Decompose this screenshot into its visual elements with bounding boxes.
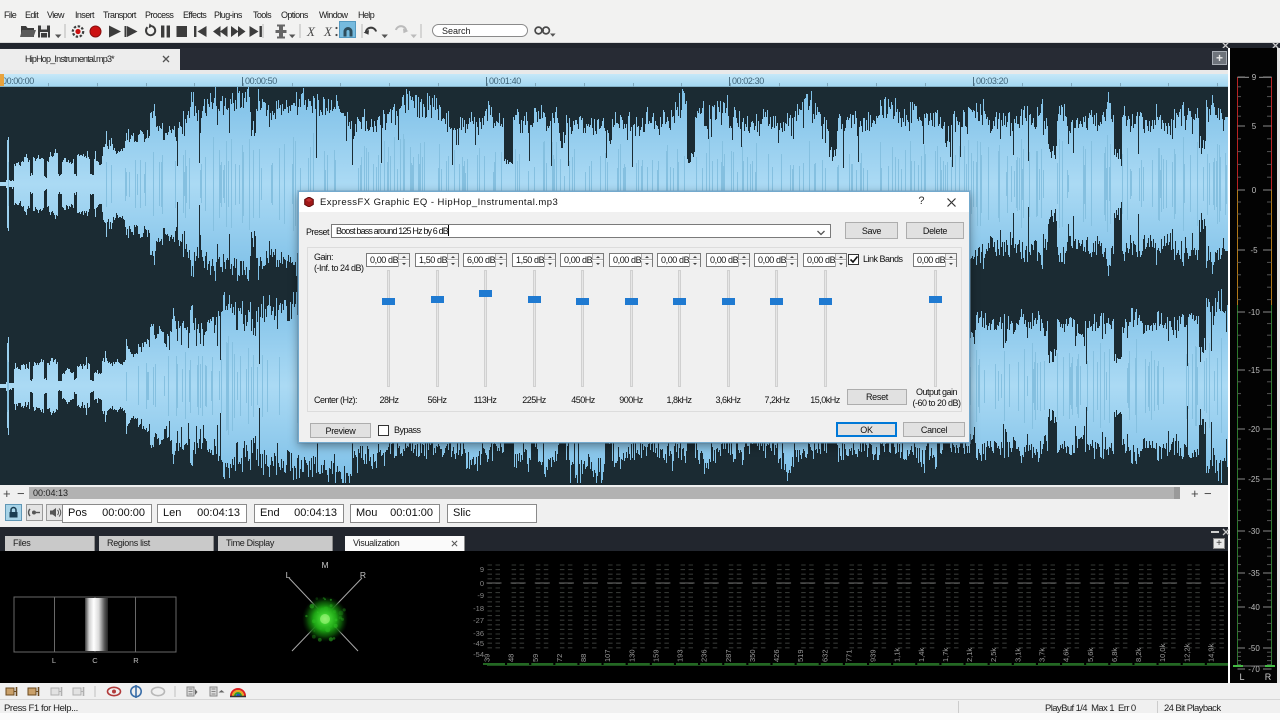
svg-text:8,2k: 8,2k <box>1134 648 1143 662</box>
svg-text:2,1k: 2,1k <box>965 648 974 662</box>
svg-text:-18: -18 <box>473 604 484 613</box>
svg-text:130: 130 <box>627 649 636 662</box>
svg-text:5: 5 <box>1252 122 1257 131</box>
svg-text:5,6k: 5,6k <box>1086 648 1095 662</box>
svg-text:C: C <box>92 656 98 665</box>
svg-text:-20: -20 <box>1248 425 1260 434</box>
svg-text:R: R <box>133 656 139 665</box>
svg-text:14,9k: 14,9k <box>1206 643 1215 662</box>
svg-text:159: 159 <box>651 649 660 662</box>
svg-text:9: 9 <box>480 565 484 574</box>
svg-text:1,1k: 1,1k <box>893 648 902 662</box>
svg-text:3,7k: 3,7k <box>1038 648 1047 662</box>
svg-text:350: 350 <box>748 649 757 662</box>
svg-text:-10: -10 <box>1248 308 1260 317</box>
svg-text:519: 519 <box>796 649 805 662</box>
svg-text:1,4k: 1,4k <box>917 648 926 662</box>
svg-text:R: R <box>1265 672 1272 682</box>
svg-text:4,6k: 4,6k <box>1062 648 1071 662</box>
svg-text:10,0k: 10,0k <box>1158 643 1167 662</box>
svg-text:0: 0 <box>480 579 484 588</box>
svg-text:72: 72 <box>555 654 564 662</box>
svg-text:1,7k: 1,7k <box>941 648 950 662</box>
svg-text:48: 48 <box>507 654 516 662</box>
svg-text:6,8k: 6,8k <box>1110 648 1119 662</box>
svg-text:-40: -40 <box>1248 603 1260 612</box>
svg-text:-36: -36 <box>473 629 484 638</box>
svg-text:632: 632 <box>820 649 829 662</box>
svg-text:2,5k: 2,5k <box>989 648 998 662</box>
svg-text:193: 193 <box>676 649 685 662</box>
svg-text:-25: -25 <box>1248 475 1260 484</box>
svg-text:771: 771 <box>845 649 854 662</box>
svg-text:-5: -5 <box>1250 246 1258 255</box>
svg-text:3,1k: 3,1k <box>1013 648 1022 662</box>
svg-text:107: 107 <box>603 649 612 662</box>
svg-text:-50: -50 <box>1248 644 1260 653</box>
svg-text:-45: -45 <box>473 639 484 648</box>
svg-text:X: X <box>323 24 333 39</box>
svg-text:426: 426 <box>772 649 781 662</box>
svg-text:M: M <box>321 560 328 570</box>
svg-text:-35: -35 <box>1248 569 1260 578</box>
svg-text:L: L <box>52 656 56 665</box>
svg-text:-27: -27 <box>473 616 484 625</box>
svg-text:12,2k: 12,2k <box>1182 643 1191 662</box>
svg-text:39: 39 <box>483 654 492 662</box>
svg-text:287: 287 <box>724 649 733 662</box>
svg-text:X: X <box>306 24 316 39</box>
svg-text:0: 0 <box>1252 186 1257 195</box>
svg-text:88: 88 <box>579 654 588 662</box>
svg-text:9: 9 <box>1252 73 1257 82</box>
svg-text:236: 236 <box>700 649 709 662</box>
svg-text:L: L <box>1239 672 1244 682</box>
svg-text:-15: -15 <box>1248 366 1260 375</box>
svg-text:59: 59 <box>531 654 540 662</box>
svg-text:939: 939 <box>869 649 878 662</box>
svg-text:-30: -30 <box>1248 527 1260 536</box>
svg-text:-9: -9 <box>477 591 484 600</box>
svg-text:R: R <box>360 570 366 580</box>
svg-text:L: L <box>286 570 291 580</box>
